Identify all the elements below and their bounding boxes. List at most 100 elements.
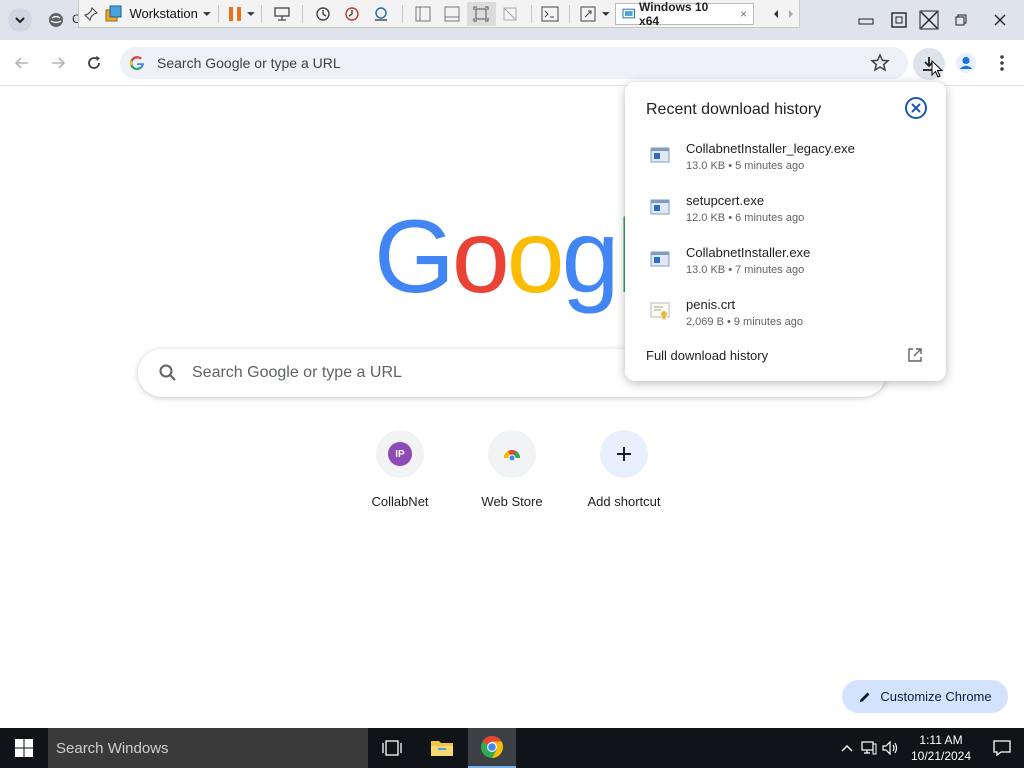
title-bar: C Workstation Windows 10 x64 × (0, 0, 1024, 40)
vm-tab-close-icon[interactable]: × (740, 7, 747, 21)
globe-icon[interactable] (48, 12, 64, 28)
volume-icon[interactable] (880, 728, 902, 768)
pause-icon[interactable] (224, 2, 245, 26)
vm-menu-label[interactable]: Workstation (125, 6, 201, 21)
full-screen-icon[interactable] (466, 1, 496, 26)
close-circle-icon[interactable] (904, 96, 928, 120)
open-in-new-icon[interactable] (907, 347, 923, 363)
bookmark-star-icon[interactable] (870, 53, 890, 73)
shortcut-add[interactable]: Add shortcut (568, 430, 680, 526)
back-button[interactable] (8, 49, 36, 77)
console-icon[interactable] (538, 2, 563, 26)
exe-file-icon (650, 147, 670, 163)
google-logo: Google (374, 206, 654, 315)
certificate-file-icon (650, 302, 670, 320)
network-icon[interactable] (858, 728, 880, 768)
task-view-button[interactable] (368, 728, 416, 768)
action-center-button[interactable] (980, 728, 1024, 768)
show-library-icon[interactable] (409, 2, 438, 26)
dropdown-arrow-icon[interactable] (202, 9, 212, 19)
taskbar-search-placeholder: Search Windows (56, 739, 169, 757)
forward-button[interactable] (44, 49, 72, 77)
windows-taskbar: Search Windows 1:11 AM 10/21/2024 (0, 728, 1024, 768)
omnibox[interactable] (120, 47, 908, 79)
folder-icon (431, 741, 453, 756)
chrome-icon (481, 736, 503, 758)
taskbar-clock[interactable]: 1:11 AM 10/21/2024 (902, 732, 980, 764)
shortcut-label[interactable]: Web Store (481, 494, 542, 509)
chrome-taskbar-button[interactable] (468, 728, 516, 768)
shortcut-label[interactable]: CollabNet (371, 494, 428, 509)
pin-icon[interactable] (79, 2, 102, 26)
start-button[interactable] (0, 728, 48, 768)
unity-icon[interactable] (496, 2, 525, 26)
profile-button[interactable] (952, 49, 980, 77)
shortcut-tile[interactable]: IP (376, 430, 424, 478)
exit-full-screen-icon[interactable] (912, 0, 946, 40)
stretch-icon[interactable] (576, 2, 601, 26)
vm-library-icon[interactable] (102, 2, 125, 26)
reload-button[interactable] (80, 49, 108, 77)
customize-chrome-label: Customize Chrome (880, 689, 992, 704)
download-filename: penis.crt (686, 297, 736, 312)
download-item[interactable]: setupcert.exe 12.0 KB • 6 minutes ago (625, 189, 946, 233)
shortcut-tile[interactable] (600, 430, 648, 478)
download-item[interactable]: penis.crt 2,069 B • 9 minutes ago (625, 293, 946, 337)
separator (301, 4, 303, 23)
search-icon (159, 364, 176, 381)
send-ctrl-alt-del-icon[interactable] (268, 2, 295, 26)
svg-text:Google: Google (374, 206, 654, 315)
scroll-left-icon[interactable] (768, 2, 783, 26)
full-download-history-link[interactable]: Full download history (646, 348, 768, 363)
thumbnail-bar-icon[interactable] (438, 2, 467, 26)
omnibox-input[interactable] (157, 55, 837, 71)
kebab-menu-icon (1000, 55, 1004, 71)
site-avatar-icon: IP (388, 442, 412, 466)
taskbar-search-box[interactable]: Search Windows (48, 728, 368, 768)
chevron-up-icon[interactable] (836, 728, 858, 768)
downloads-button[interactable] (913, 48, 945, 80)
restore-box-icon[interactable] (886, 0, 912, 40)
account-icon (956, 53, 976, 73)
shortcut-collabnet[interactable]: IP CollabNet (344, 430, 456, 526)
arrow-right-icon (52, 57, 66, 69)
download-filename: CollabnetInstaller.exe (686, 245, 811, 260)
browser-toolbar (0, 40, 1024, 86)
separator (217, 4, 219, 23)
scroll-right-icon[interactable] (784, 2, 799, 26)
shortcut-label[interactable]: Add shortcut (588, 494, 661, 509)
clock-date: 10/21/2024 (910, 749, 972, 763)
reload-icon (88, 56, 100, 69)
google-g-icon (129, 56, 144, 71)
vm-tab[interactable]: Windows 10 x64 × (614, 0, 755, 28)
shortcut-tile[interactable] (488, 430, 536, 478)
revert-snapshot-icon[interactable] (338, 2, 367, 26)
snapshot-manager-icon[interactable] (367, 2, 396, 26)
dropdown-arrow-icon[interactable] (246, 9, 256, 19)
pencil-icon (860, 692, 870, 702)
windows-logo-icon (15, 739, 33, 757)
dropdown-arrow-icon[interactable] (601, 9, 611, 19)
restore-icon[interactable] (946, 0, 976, 40)
shortcut-web-store[interactable]: Web Store (456, 430, 568, 526)
customize-chrome-button[interactable]: Customize Chrome (842, 680, 1008, 713)
minimize-icon[interactable] (846, 0, 886, 40)
download-item[interactable]: CollabnetInstaller.exe 13.0 KB • 7 minut… (625, 241, 946, 285)
download-item[interactable]: CollabnetInstaller_legacy.exe 13.0 KB • … (625, 137, 946, 181)
arrow-left-icon (14, 57, 28, 69)
task-view-icon (382, 740, 402, 756)
download-bubble: Recent download history CollabnetInstall… (625, 82, 946, 381)
close-icon[interactable] (976, 0, 1024, 40)
separator (568, 4, 570, 23)
plus-icon (617, 447, 631, 461)
separator (261, 4, 263, 23)
chrome-web-store-icon (503, 450, 521, 462)
download-meta: 12.0 KB • 6 minutes ago (686, 212, 805, 224)
file-explorer-button[interactable] (418, 728, 466, 768)
shortcuts-grid: IP CollabNet Web Store Add shortcut (344, 430, 680, 526)
tab-search-button[interactable] (8, 8, 32, 32)
download-meta: 13.0 KB • 5 minutes ago (686, 160, 805, 172)
download-filename: CollabnetInstaller_legacy.exe (686, 141, 855, 156)
snapshot-icon[interactable] (308, 2, 337, 26)
chrome-menu-button[interactable] (990, 49, 1014, 77)
